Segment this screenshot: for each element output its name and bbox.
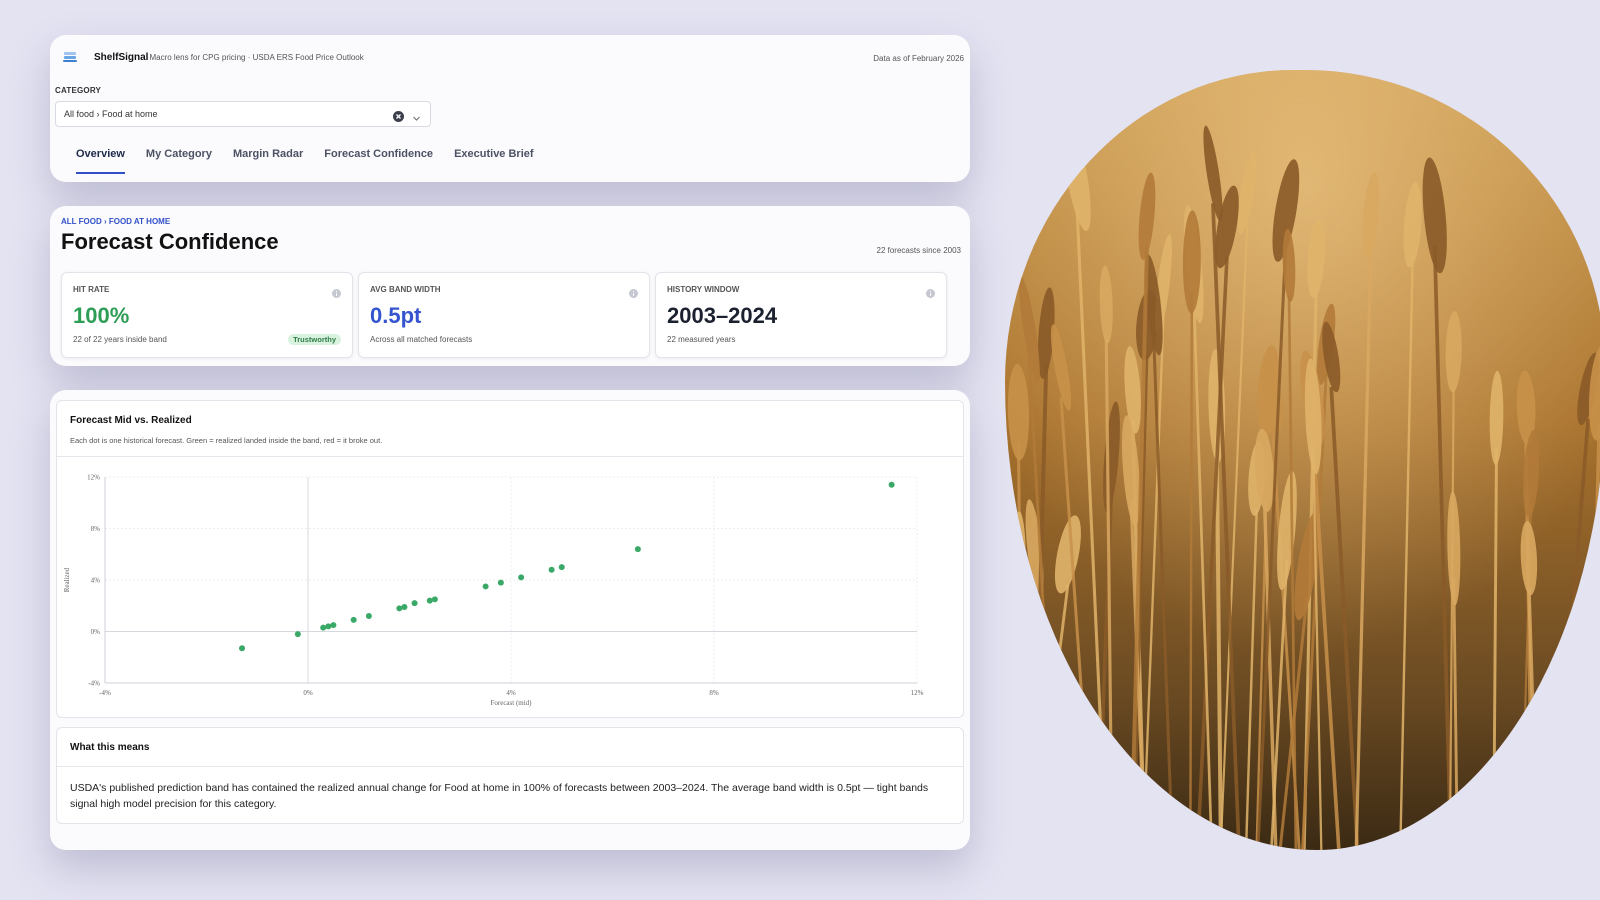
data-point xyxy=(320,624,327,631)
kpi-label: HISTORY WINDOW xyxy=(667,285,740,294)
tab-margin-radar[interactable]: Margin Radar xyxy=(233,148,303,174)
data-point xyxy=(497,579,504,586)
data-point xyxy=(365,613,372,620)
summary-panel: ALL FOOD › FOOD AT HOME Forecast Confide… xyxy=(50,206,970,366)
data-point xyxy=(482,583,489,590)
kpi-value: 0.5pt xyxy=(370,303,422,328)
kpi-card-history-window: HISTORY WINDOW 2003–2024 22 measured yea… xyxy=(655,272,947,358)
data-point xyxy=(426,597,433,604)
data-point xyxy=(239,645,246,652)
data-point xyxy=(401,604,408,611)
tab-forecast-confidence[interactable]: Forecast Confidence xyxy=(324,148,433,174)
info-icon[interactable] xyxy=(332,285,341,298)
y-tick-label: 0% xyxy=(91,628,101,636)
scatter-chart: -4% 0% 4% 8% 12% -4% 0% 4% 8% 12% Forecast (mid) Re… xyxy=(63,474,924,708)
kpi-subtext: 22 of 22 years inside band xyxy=(73,335,167,344)
brand-tagline: Macro lens for CPG pricing · USDA ERS Fo… xyxy=(149,52,364,62)
y-tick-label: -4% xyxy=(88,680,100,688)
chevron-down-icon[interactable] xyxy=(412,110,421,121)
wheat-head xyxy=(1012,511,1026,615)
kpi-subtext: 22 measured years xyxy=(667,335,736,344)
x-tick-label: 4% xyxy=(506,689,516,697)
main-tabs: Overview My Category Margin Radar Foreca… xyxy=(76,148,555,174)
tab-overview[interactable]: Overview xyxy=(76,148,125,174)
kpi-value: 2003–2024 xyxy=(667,303,778,328)
data-point xyxy=(558,564,565,571)
y-tick-label: 8% xyxy=(91,525,101,533)
wheat-stem xyxy=(1016,592,1021,850)
forecast-count: 22 forecasts since 2003 xyxy=(876,246,962,255)
page-title: Forecast Confidence xyxy=(61,229,279,254)
scatter-chart-card: Forecast Mid vs. Realized Each dot is on… xyxy=(56,400,964,718)
category-select-value: All food › Food at home xyxy=(64,109,158,119)
category-select[interactable]: All food › Food at home xyxy=(55,101,431,127)
kpi-label: AVG BAND WIDTH xyxy=(370,285,441,294)
kpi-card-avg-band-width: AVG BAND WIDTH 0.5pt Across all matched … xyxy=(358,272,650,358)
x-axis-label: Forecast (mid) xyxy=(490,699,532,707)
kpi-label: HIT RATE xyxy=(73,285,110,294)
header-panel: ShelfSignal Macro lens for CPG pricing ·… xyxy=(50,35,970,182)
category-label: CATEGORY xyxy=(55,86,102,95)
chart-title: Forecast Mid vs. Realized xyxy=(70,415,192,426)
meaning-card: What this means USDA's published predict… xyxy=(56,727,964,824)
breadcrumb[interactable]: ALL FOOD › FOOD AT HOME xyxy=(61,217,170,226)
info-icon[interactable] xyxy=(629,285,638,298)
tab-executive-brief[interactable]: Executive Brief xyxy=(454,148,533,174)
data-as-of: Data as of February 2026 xyxy=(873,54,964,63)
y-tick-label: 12% xyxy=(87,474,100,482)
x-tick-label: 8% xyxy=(709,689,719,697)
app-header: ShelfSignal Macro lens for CPG pricing ·… xyxy=(62,49,364,65)
y-axis-label: Realized xyxy=(63,567,71,592)
kpi-value: 100% xyxy=(73,303,130,328)
clear-icon[interactable] xyxy=(393,109,404,122)
x-tick-label: -4% xyxy=(99,689,111,697)
y-tick-label: 4% xyxy=(91,577,101,585)
wheat-stem xyxy=(1189,291,1194,850)
data-point xyxy=(411,600,418,607)
data-point xyxy=(548,566,555,573)
data-point xyxy=(888,481,895,488)
data-point xyxy=(294,631,301,638)
shelf-icon xyxy=(62,49,78,65)
x-tick-label: 12% xyxy=(911,689,924,697)
meaning-body: USDA's published prediction band has con… xyxy=(70,782,929,810)
data-point xyxy=(396,605,403,612)
meaning-title: What this means xyxy=(70,742,150,753)
x-tick-label: 0% xyxy=(303,689,313,697)
divider xyxy=(57,766,963,767)
data-point xyxy=(518,574,525,581)
data-point xyxy=(431,596,438,603)
data-point xyxy=(634,546,641,553)
data-point xyxy=(350,616,357,623)
tab-my-category[interactable]: My Category xyxy=(146,148,212,174)
info-icon[interactable] xyxy=(926,285,935,298)
data-point xyxy=(325,623,332,630)
status-badge: Trustworthy xyxy=(288,334,341,345)
chart-subtitle: Each dot is one historical forecast. Gre… xyxy=(70,436,383,445)
wheat-field-image xyxy=(1005,70,1600,850)
kpi-subtext: Across all matched forecasts xyxy=(370,335,473,344)
brand-name: ShelfSignal xyxy=(94,51,149,63)
data-point xyxy=(330,622,337,629)
chart-panel: Forecast Mid vs. Realized Each dot is on… xyxy=(50,390,970,850)
kpi-card-hit-rate: HIT RATE 100% 22 of 22 years inside band… xyxy=(61,272,353,358)
